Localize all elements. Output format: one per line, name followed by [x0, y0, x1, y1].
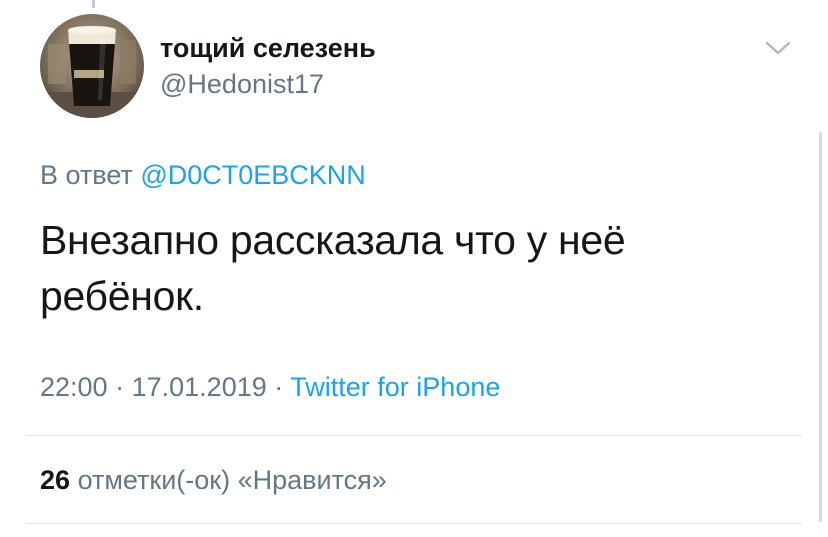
- beer-glass-avatar-icon: [40, 14, 144, 118]
- meta-separator: ·: [115, 372, 125, 402]
- author-display-name[interactable]: тощий селезень: [160, 32, 376, 64]
- meta-separator: ·: [274, 372, 284, 402]
- likes-label: отметки(-ок) «Нравится»: [77, 465, 387, 495]
- tweet-time[interactable]: 22:00: [40, 372, 108, 402]
- chevron-down-icon[interactable]: [764, 38, 792, 58]
- author-handle[interactable]: @Hedonist17: [160, 68, 324, 100]
- avatar[interactable]: [40, 14, 144, 118]
- reply-context: В ответ @D0CT0EBCKNN: [40, 158, 366, 192]
- tweet-text: Внезапно рассказала что у неё ребёнок.: [40, 217, 626, 319]
- divider: [26, 523, 802, 524]
- divider: [26, 435, 802, 436]
- tweet-date[interactable]: 17.01.2019: [132, 372, 267, 402]
- top-edge-mark: [92, 0, 95, 8]
- likes-count: 26: [40, 465, 71, 495]
- tweet-source-link[interactable]: Twitter for iPhone: [290, 372, 500, 402]
- likes-stat[interactable]: 26 отметки(-ок) «Нравится»: [40, 463, 387, 497]
- reply-handle-link[interactable]: @D0CT0EBCKNN: [140, 160, 365, 190]
- reply-label: В ответ: [40, 160, 133, 190]
- scrollbar[interactable]: [819, 132, 822, 522]
- tweet-meta: 22:00 · 17.01.2019 · Twitter for iPhone: [40, 370, 500, 404]
